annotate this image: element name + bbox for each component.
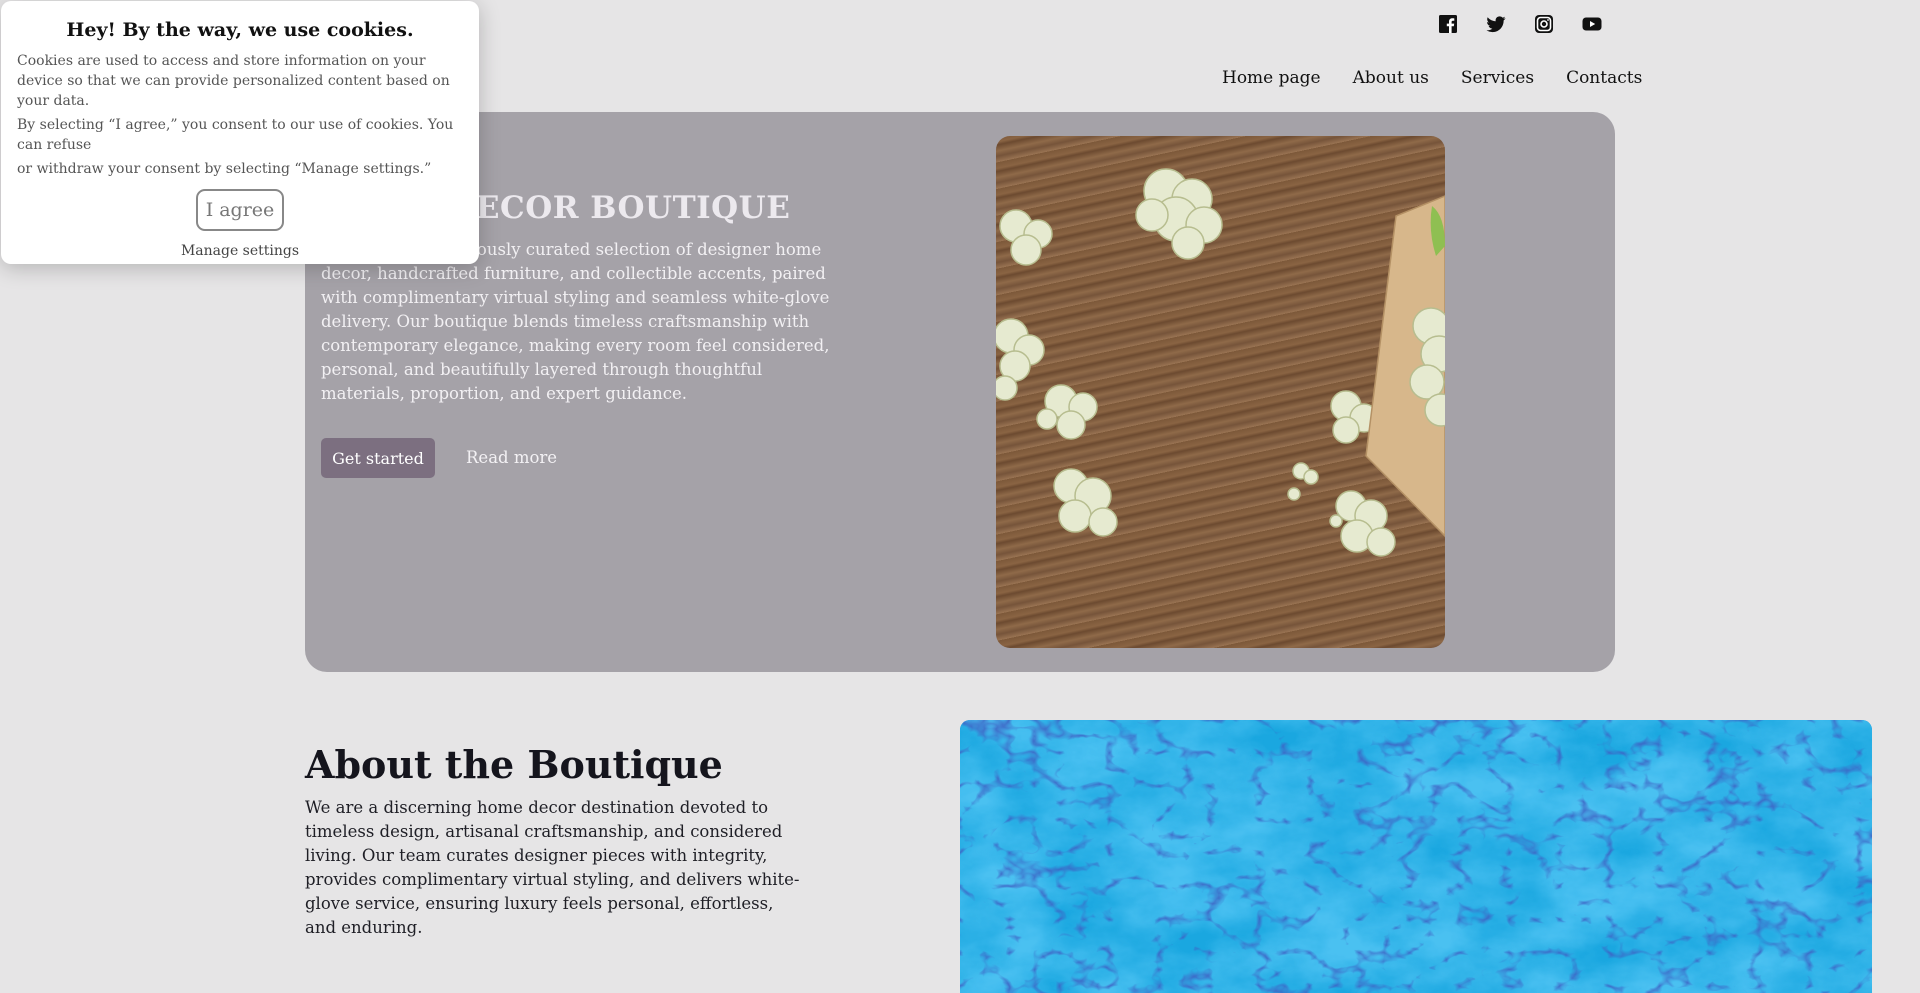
about-title: About the Boutique	[305, 742, 723, 787]
nav-contacts[interactable]: Contacts	[1566, 68, 1642, 88]
cookie-text-1: Cookies are used to access and store inf…	[17, 53, 450, 109]
i-agree-button[interactable]: I agree	[196, 189, 284, 231]
nav-home-page[interactable]: Home page	[1222, 68, 1321, 88]
instagram-icon[interactable]	[1534, 14, 1554, 34]
cookie-dialog: Hey! By the way, we use cookies. Cookies…	[1, 1, 479, 264]
youtube-icon[interactable]	[1582, 14, 1602, 34]
about-description: We are a discerning home decor destinati…	[305, 798, 800, 937]
get-started-button[interactable]: Get started	[321, 438, 435, 478]
about-image	[960, 720, 1872, 993]
read-more-link[interactable]: Read more	[466, 448, 557, 467]
cookie-text-3: or withdraw your consent by selecting “M…	[17, 161, 432, 177]
nav-about-us[interactable]: About us	[1353, 68, 1429, 88]
facebook-icon[interactable]	[1438, 14, 1458, 34]
hero-image	[996, 136, 1445, 648]
cookie-title: Hey! By the way, we use cookies.	[66, 19, 414, 41]
cookie-text-2: By selecting “I agree,” you consent to o…	[17, 117, 454, 153]
manage-settings-link[interactable]: Manage settings	[17, 243, 463, 259]
twitter-icon[interactable]	[1486, 14, 1506, 34]
hero-section: HOME DECOR BOUTIQUE Discover a meticulou…	[305, 112, 1615, 672]
main-nav: Home page About us Services Contacts	[1222, 68, 1642, 88]
social-links	[1438, 14, 1602, 34]
nav-services[interactable]: Services	[1461, 68, 1534, 88]
